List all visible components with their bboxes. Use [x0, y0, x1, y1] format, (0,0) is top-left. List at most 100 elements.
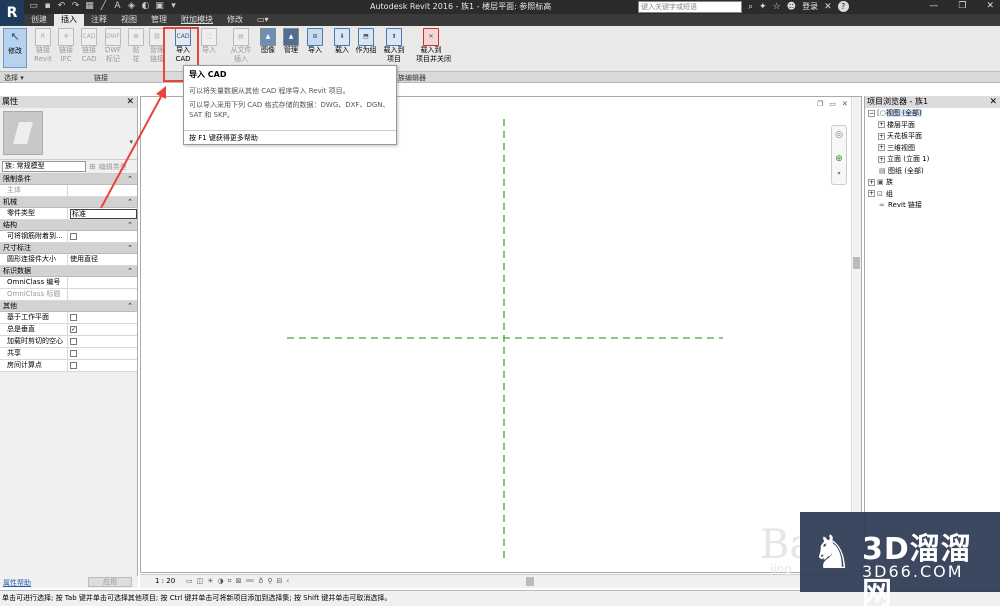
tree-toggle-icon[interactable]: + [878, 155, 885, 163]
property-checkbox[interactable] [70, 362, 77, 369]
switch-windows-icon[interactable]: ▣ [154, 1, 165, 12]
tab-create[interactable]: 创建 [24, 14, 54, 26]
tree-toggle-icon[interactable]: − [868, 109, 875, 117]
application-menu-button[interactable]: R [0, 0, 24, 26]
collapse-icon[interactable]: ⌃ [127, 197, 133, 208]
import-gbxml-button[interactable]: ⬚ 导入 [198, 28, 220, 55]
insert-from-file-button[interactable]: ▤ 从文件 插入 [230, 28, 252, 64]
property-checkbox[interactable] [70, 233, 77, 240]
property-checkbox[interactable] [70, 314, 77, 321]
maximize-view-icon[interactable]: ▭ [829, 100, 836, 108]
browser-item[interactable]: ∞ Revit 链接 [865, 200, 1000, 212]
nav-menu-icon[interactable]: ▾ [832, 170, 846, 177]
ribbon-toggle-icon[interactable]: ▭▾ [250, 14, 276, 26]
exchange-icon[interactable]: ✕ [824, 2, 832, 12]
crop-view-icon[interactable]: ⌗ [228, 577, 232, 586]
tab-manage[interactable]: 管理 [144, 14, 174, 26]
property-row[interactable]: 圆形连接件大小 使用直径 [0, 254, 137, 266]
import-family-types-button[interactable]: ⊞ 导入 [304, 28, 326, 55]
vertical-scrollbar-thumb[interactable] [853, 257, 860, 269]
login-button[interactable]: 登录 [802, 1, 818, 12]
favorites-icon[interactable]: ☆ [773, 2, 781, 12]
property-row[interactable]: 总是垂直 ✓ [0, 324, 137, 336]
section-icon[interactable]: ◐ [140, 1, 151, 12]
reveal-hidden-icon[interactable]: ♁ [258, 577, 263, 586]
qat-menu-icon[interactable]: ▾ [168, 1, 179, 12]
browser-item[interactable]: + 天花板平面 [865, 131, 1000, 143]
property-row[interactable]: 零件类型 标准 [0, 208, 137, 220]
tab-view[interactable]: 视图 [114, 14, 144, 26]
analytical-model-icon[interactable]: ⚲ [267, 577, 272, 586]
collapse-icon[interactable]: ⌃ [127, 266, 133, 277]
property-row[interactable]: 主体 [0, 185, 137, 197]
temporary-hide-icon[interactable]: 👓 [245, 577, 254, 586]
shadows-icon[interactable]: ◑ [218, 577, 224, 586]
type-selector[interactable]: ▾ [0, 108, 137, 160]
property-value[interactable]: 使用直径 [70, 254, 137, 265]
property-row[interactable]: 加载时剪切的空心 [0, 336, 137, 348]
property-row[interactable]: 房间计算点 [0, 360, 137, 372]
load-family-button[interactable]: ⬇ 载入 [331, 28, 353, 55]
horizontal-scrollbar-thumb[interactable] [526, 577, 534, 586]
tab-modify[interactable]: 修改 [220, 14, 250, 26]
view-scale[interactable]: 1 : 20 [155, 577, 175, 585]
property-row[interactable]: 可将钢筋附着到... [0, 231, 137, 243]
restore-icon[interactable]: ❐ [958, 1, 966, 11]
browser-item[interactable]: + ▣ 族 [865, 177, 1000, 189]
constraints-icon[interactable]: ⊟ [276, 577, 282, 586]
decal-button[interactable]: ✿ 贴 花 [125, 28, 147, 64]
property-row[interactable]: OmniClass 编号 [0, 277, 137, 289]
close-icon[interactable]: ✕ [986, 1, 994, 11]
save-icon[interactable]: ▪ [42, 1, 53, 12]
undo-icon[interactable]: ↶ [56, 1, 67, 12]
tree-toggle-icon[interactable]: + [878, 132, 885, 140]
subscription-icon[interactable]: ✦ [759, 2, 767, 12]
zoom-icon[interactable]: ⊕ [832, 154, 846, 164]
open-icon[interactable]: ▭ [28, 1, 39, 12]
browser-item[interactable]: + 楼层平面 [865, 120, 1000, 132]
search-input[interactable]: 键入关键字或短语 [638, 1, 742, 13]
text-icon[interactable]: A [112, 1, 123, 12]
property-row[interactable]: OmniClass 标题 [0, 289, 137, 301]
tab-insert[interactable]: 插入 [54, 14, 84, 26]
print-icon[interactable]: ▦ [84, 1, 95, 12]
show-crop-icon[interactable]: ⊠ [236, 577, 242, 586]
steering-wheel-icon[interactable]: ◎ [832, 130, 846, 140]
property-section-header[interactable]: 机械 ⌃ [0, 197, 137, 208]
redo-icon[interactable]: ↷ [70, 1, 81, 12]
load-as-group-button[interactable]: ⬒ 作为组 [355, 28, 377, 55]
tree-toggle-icon[interactable]: + [868, 178, 875, 186]
collapse-icon[interactable]: ⌃ [127, 301, 133, 312]
property-section-header[interactable]: 结构 ⌃ [0, 220, 137, 231]
collapse-icon[interactable]: ⌃ [127, 220, 133, 231]
modify-button[interactable]: ↖ 修改 [3, 28, 27, 68]
property-checkbox[interactable] [70, 338, 77, 345]
collapse-icon[interactable]: ‹ [286, 577, 289, 586]
browser-item[interactable]: + ⊡ 组 [865, 189, 1000, 201]
detail-level-icon[interactable]: ▭ [186, 577, 193, 586]
property-section-header[interactable]: 尺寸标注 ⌃ [0, 243, 137, 254]
apply-button[interactable]: 应用 [88, 577, 132, 587]
properties-help-link[interactable]: 属性帮助 [3, 578, 31, 588]
load-into-project-close-button[interactable]: ✕ 载入到 项目并关闭 [416, 28, 451, 64]
property-value[interactable]: 标准 [70, 209, 137, 219]
browser-item[interactable]: + 三维视图 [865, 143, 1000, 155]
browser-item[interactable]: − [○]视图 (全部) [865, 108, 1000, 120]
sun-path-icon[interactable]: ☀ [207, 577, 213, 586]
close-view-icon[interactable]: ✕ [842, 100, 848, 108]
chevron-down-icon[interactable]: ▾ [129, 138, 133, 146]
dwf-markup-button[interactable]: DWF DWF 标记 [102, 28, 124, 64]
drawing-area[interactable]: ❐ ▭ ✕ ◎ ⊕ ▾ [140, 96, 862, 574]
collapse-icon[interactable]: ⌃ [127, 243, 133, 254]
property-row[interactable]: 基于工作平面 [0, 312, 137, 324]
property-checkbox[interactable] [70, 350, 77, 357]
measure-icon[interactable]: ╱ [98, 1, 109, 12]
property-section-header[interactable]: 其他 ⌃ [0, 301, 137, 312]
link-ifc-button[interactable]: ✣ 链接 IFC [55, 28, 77, 64]
3d-view-icon[interactable]: ◈ [126, 1, 137, 12]
binoculars-icon[interactable]: ⌕ [748, 2, 753, 12]
restore-view-icon[interactable]: ❐ [817, 100, 823, 108]
property-row[interactable]: 共享 [0, 348, 137, 360]
load-into-project-button[interactable]: ⬆ 载入到 项目 [383, 28, 405, 64]
property-checkbox[interactable]: ✓ [70, 326, 77, 333]
